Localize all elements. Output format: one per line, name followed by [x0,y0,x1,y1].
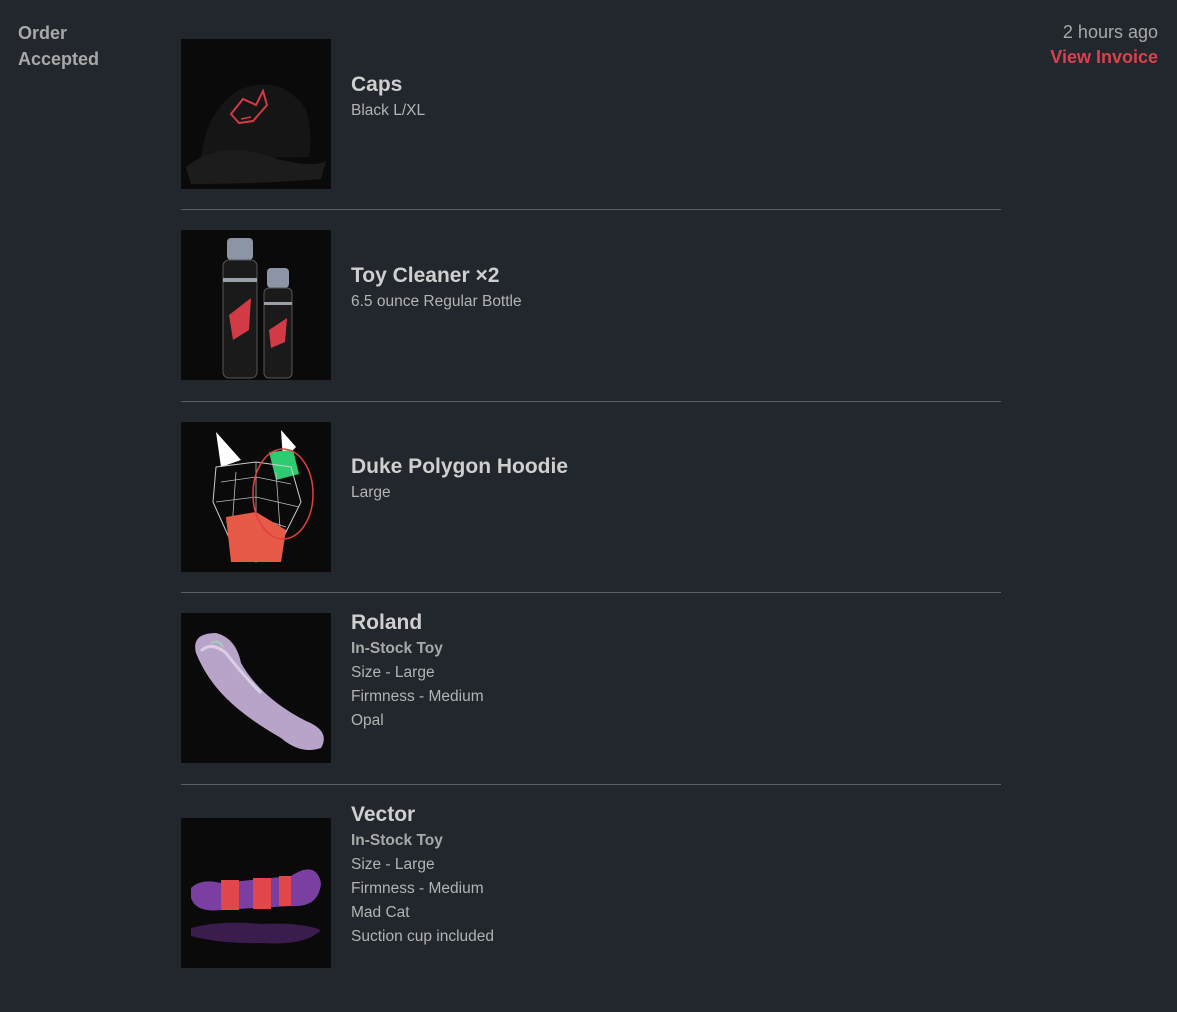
divider [181,592,1001,593]
item-type: In-Stock Toy [351,832,443,849]
item-type: In-Stock Toy [351,640,443,657]
item-detail: Large [351,484,391,501]
item-name[interactable]: Roland [351,609,484,637]
item-detail: Black L/XL [351,102,426,119]
order-meta: 2 hours ago View Invoice [1050,20,1158,70]
item-name[interactable]: Toy Cleaner ×2 [351,262,522,290]
item-name[interactable]: Caps [351,71,425,99]
item-detail: Suction cup included [351,928,495,945]
item-detail: Size - Large [351,856,435,873]
polygon-wolf-image [181,422,331,572]
item-info: Vector In-Stock Toy Size - Large Firmnes… [351,801,494,949]
mad-cat-toy-image [181,818,331,968]
item-name[interactable]: Vector [351,801,494,829]
item-info: Duke Polygon Hoodie Large [351,453,568,505]
divider [181,401,1001,402]
view-invoice-link[interactable]: View Invoice [1050,44,1158,70]
item-info: Roland In-Stock Toy Size - Large Firmnes… [351,609,484,733]
black-cap-image [181,39,331,189]
opal-toy-image [181,613,331,763]
order-time: 2 hours ago [1062,22,1158,42]
item-detail: Mad Cat [351,904,410,921]
item-info: Toy Cleaner ×2 6.5 ounce Regular Bottle [351,262,522,314]
cleaner-bottles-image [181,230,331,380]
divider [181,784,1001,785]
item-name[interactable]: Duke Polygon Hoodie [351,453,568,481]
item-detail: 6.5 ounce Regular Bottle [351,293,522,310]
item-detail: Firmness - Medium [351,688,484,705]
item-detail: Size - Large [351,664,435,681]
item-detail: Opal [351,712,384,729]
item-info: Caps Black L/XL [351,71,425,123]
item-detail: Firmness - Medium [351,880,484,897]
order-status: Order Accepted [18,23,100,69]
divider [181,209,1001,210]
